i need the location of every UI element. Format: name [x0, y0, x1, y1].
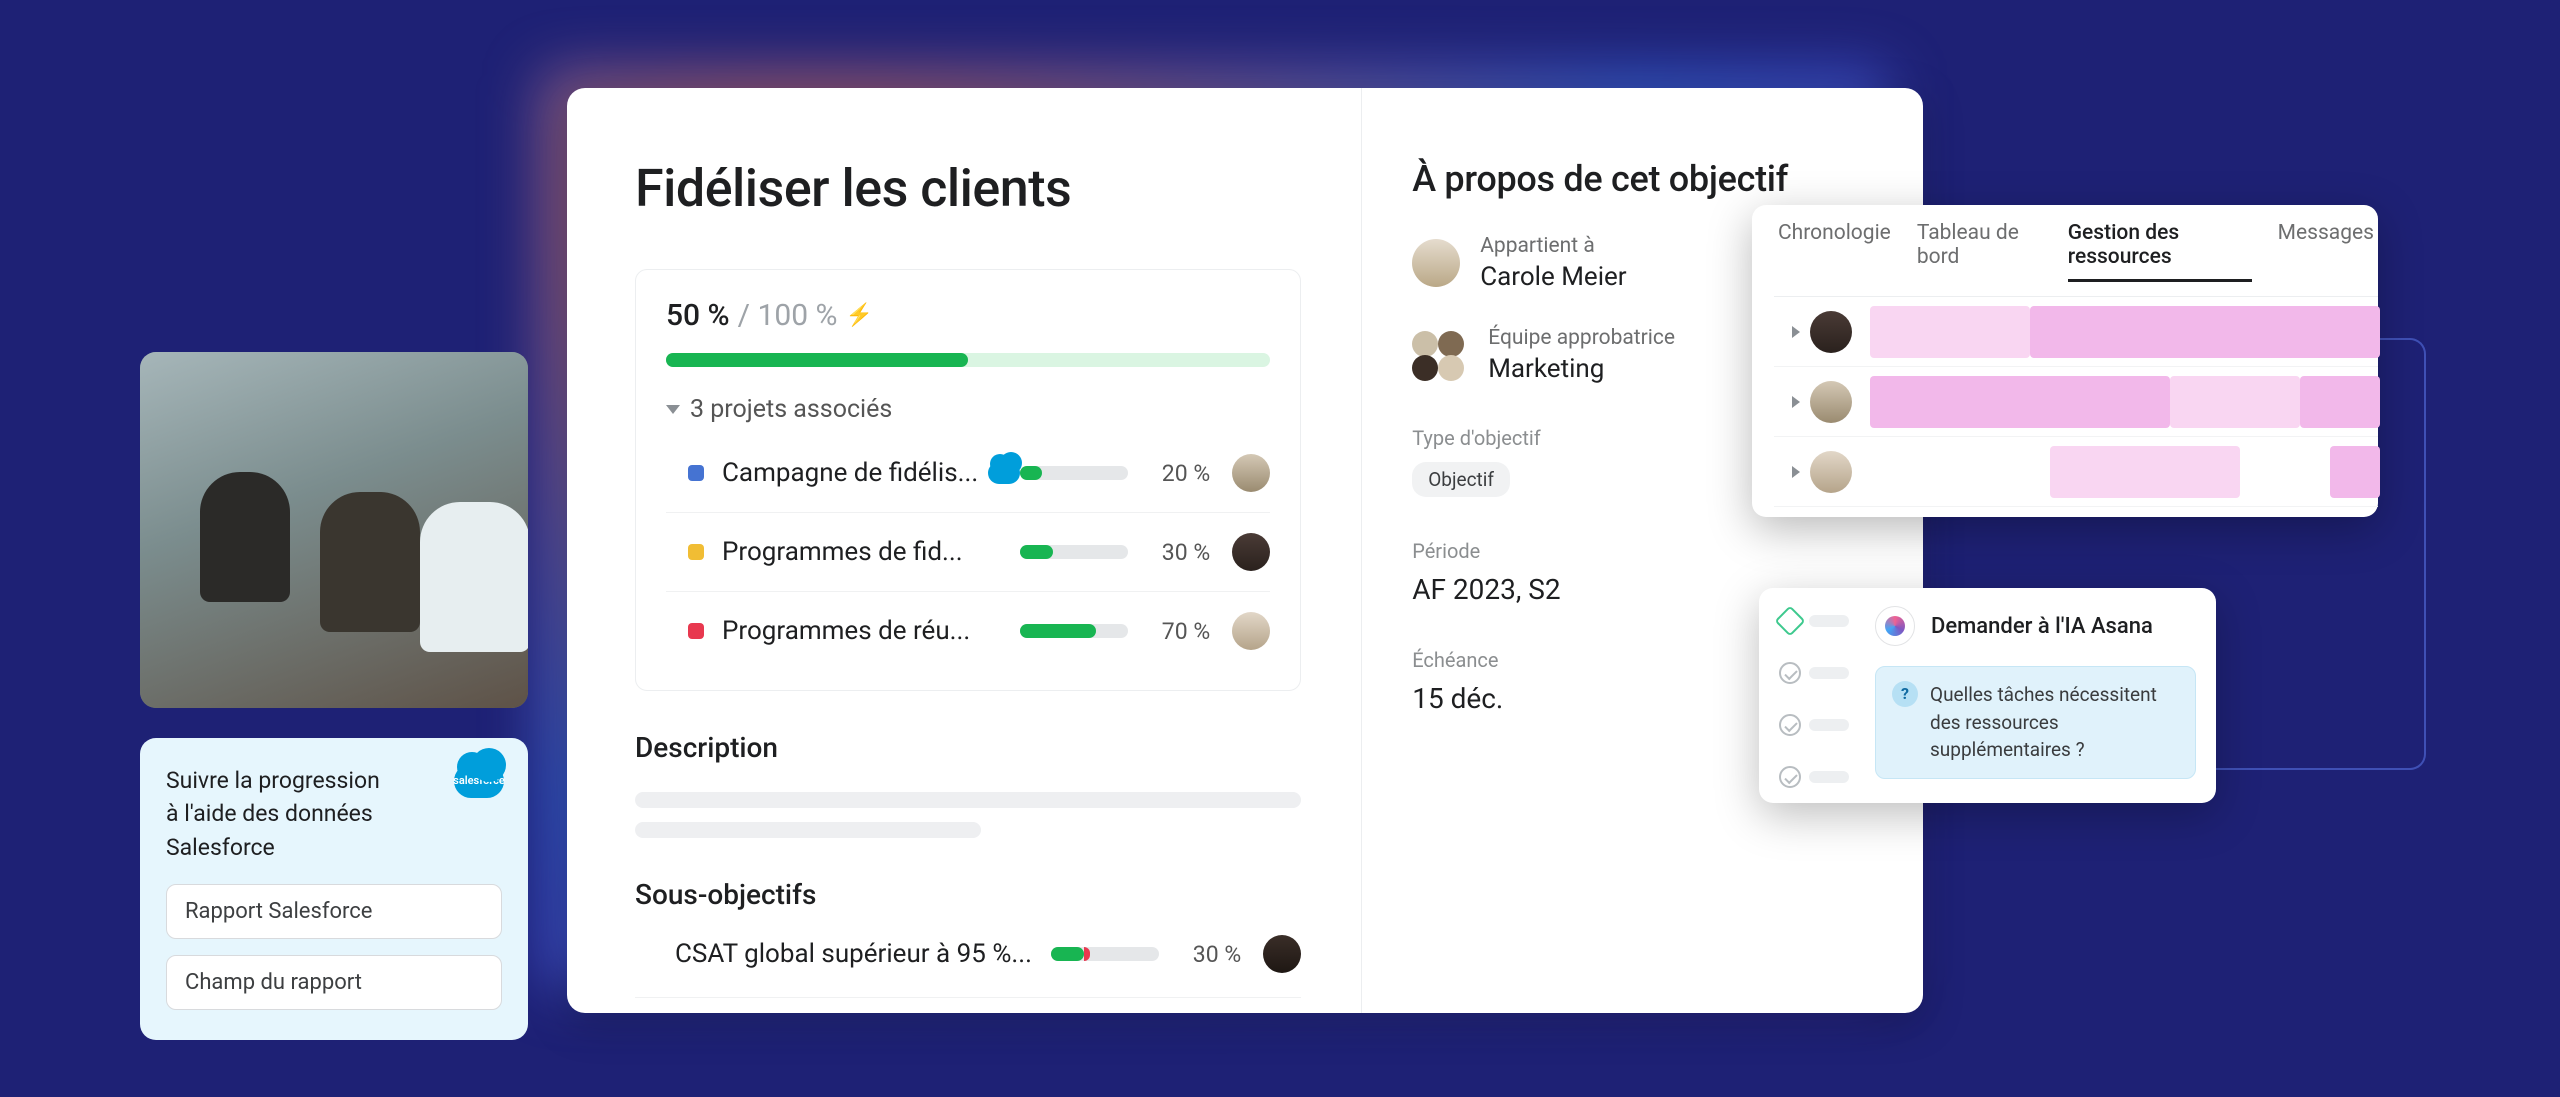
team-avatars: [1412, 331, 1468, 379]
resource-card: Chronologie Tableau de bord Gestion des …: [1752, 205, 2378, 517]
avatar: [1263, 935, 1301, 973]
check-circle-icon: [1779, 766, 1801, 788]
gantt-row[interactable]: [1774, 297, 2378, 367]
project-row[interactable]: Programmes de fid... 30 %: [666, 512, 1270, 591]
ai-logo-icon: [1875, 606, 1915, 646]
avatar: [1810, 381, 1852, 423]
goal-title: Fidéliser les clients: [635, 158, 1301, 219]
salesforce-icon: [988, 462, 1020, 484]
tab-messages[interactable]: Messages: [2278, 221, 2374, 282]
subgoal-row[interactable]: CSAT global supérieur à 95 %... 30 %: [635, 911, 1301, 998]
tab-chronologie[interactable]: Chronologie: [1778, 221, 1891, 282]
avatar: [1232, 612, 1270, 650]
question-icon: ?: [1892, 681, 1918, 707]
salesforce-title: Suivre la progression à l'aide des donné…: [166, 764, 396, 864]
check-circle-icon: [1779, 714, 1801, 736]
avatar: [1232, 454, 1270, 492]
gantt-row[interactable]: [1774, 367, 2378, 437]
diamond-icon: [1774, 605, 1805, 636]
check-circle-icon: [1779, 662, 1801, 684]
goal-card: Fidéliser les clients 50 % / 100 % ⚡ 3 p…: [567, 88, 1923, 1013]
project-row[interactable]: Campagne de fidélis... 20 %: [666, 434, 1270, 512]
description-heading: Description: [635, 731, 1301, 764]
type-pill[interactable]: Objectif: [1412, 462, 1510, 497]
progress-panel: 50 % / 100 % ⚡ 3 projets associés Campag…: [635, 269, 1301, 691]
tab-ressources[interactable]: Gestion des ressources: [2068, 221, 2252, 282]
ai-suggestion[interactable]: ? Quelles tâches nécessitent des ressour…: [1875, 666, 2196, 779]
salesforce-cloud-icon: salesforce: [454, 764, 504, 798]
salesforce-card: Suivre la progression à l'aide des donné…: [140, 738, 528, 1040]
project-row[interactable]: Programmes de réu... 70 %: [666, 591, 1270, 670]
avatar: [1232, 533, 1270, 571]
chevron-right-icon[interactable]: [1792, 396, 1800, 408]
bolt-icon: ⚡: [845, 303, 872, 328]
ai-card: Demander à l'IA Asana ? Quelles tâches n…: [1759, 588, 2216, 803]
chevron-right-icon[interactable]: [1792, 466, 1800, 478]
subgoals-heading: Sous-objectifs: [635, 878, 1301, 911]
meeting-photo: [140, 352, 528, 708]
description-placeholder[interactable]: [635, 792, 1301, 838]
avatar: [1412, 239, 1460, 287]
tabs: Chronologie Tableau de bord Gestion des …: [1774, 221, 2378, 297]
chevron-right-icon[interactable]: [1792, 326, 1800, 338]
gantt-row[interactable]: [1774, 437, 2378, 507]
progress-label: 50 % / 100 % ⚡: [666, 298, 1270, 333]
about-heading: À propos de cet objectif: [1412, 158, 1873, 200]
tab-tableau[interactable]: Tableau de bord: [1917, 221, 2042, 282]
salesforce-report-input[interactable]: Rapport Salesforce: [166, 884, 502, 939]
avatar: [1810, 311, 1852, 353]
avatar: [1810, 451, 1852, 493]
salesforce-field-input[interactable]: Champ du rapport: [166, 955, 502, 1010]
progress-bar: [666, 353, 1270, 367]
projects-toggle[interactable]: 3 projets associés: [666, 395, 1270, 424]
chevron-down-icon: [666, 405, 680, 414]
ai-title: Demander à l'IA Asana: [1931, 614, 2153, 639]
